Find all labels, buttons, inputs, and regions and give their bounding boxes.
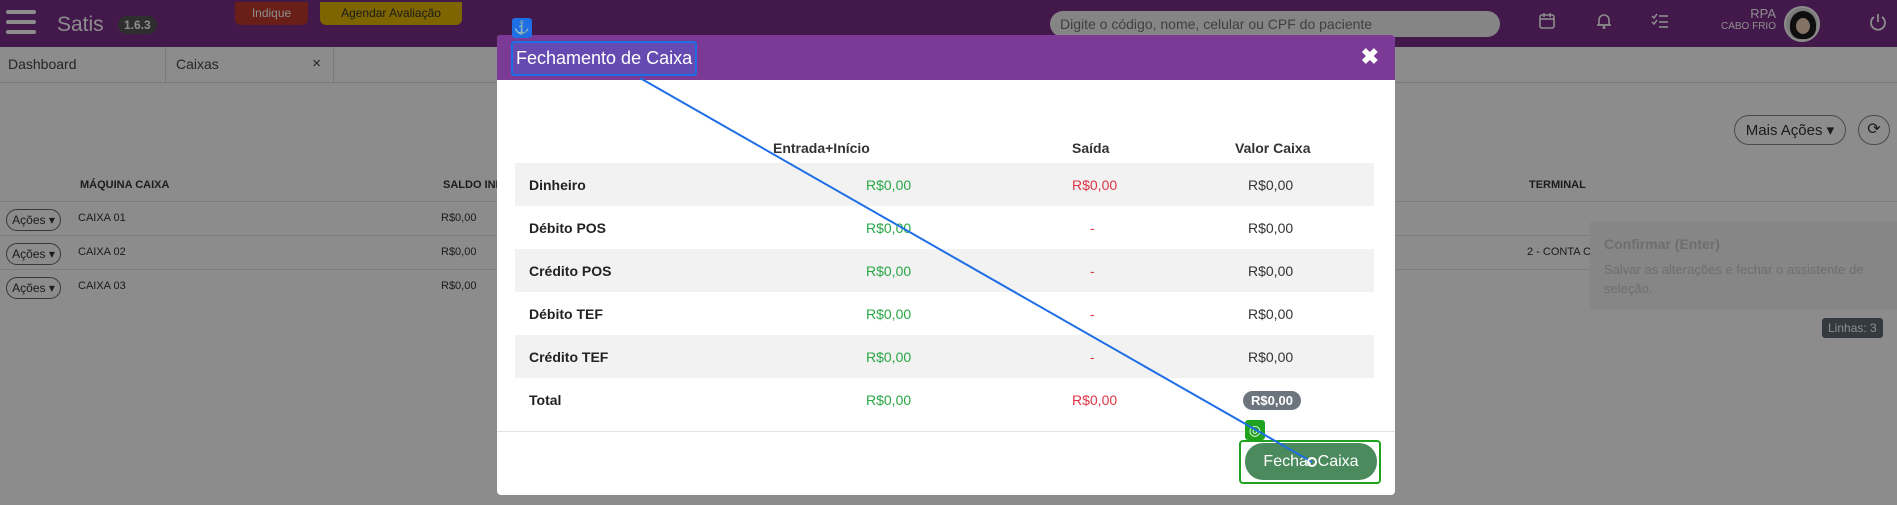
close-icon[interactable]: ✖ (1361, 44, 1379, 70)
table-row: Débito TEF R$0,00 - R$0,00 (515, 292, 1374, 335)
modal-title: Fechamento de Caixa (511, 41, 698, 76)
valor-caixa-value: R$0,00 (1248, 177, 1294, 193)
entrada-value: R$0,00 (866, 177, 912, 193)
row-label: Crédito TEF (529, 349, 609, 365)
header-saida: Saída (1072, 140, 1110, 156)
valor-caixa-value: R$0,00 (1248, 220, 1294, 236)
saida-value: - (1090, 306, 1095, 322)
table-row-total: Total R$0,00 R$0,00 R$0,00 (515, 378, 1374, 421)
valor-caixa-value: R$0,00 (1248, 263, 1294, 279)
saida-value: - (1090, 263, 1095, 279)
fechar-caixa-button[interactable]: Fechar Caixa (1245, 443, 1377, 480)
header-valor-caixa: Valor Caixa (1235, 140, 1311, 156)
valor-caixa-value: R$0,00 (1248, 349, 1294, 365)
saida-value: - (1090, 349, 1095, 365)
target-marker-icon: ◎ (1245, 420, 1265, 440)
entrada-value: R$0,00 (866, 306, 912, 322)
row-label: Total (529, 392, 562, 408)
row-label: Débito POS (529, 220, 607, 236)
fechamento-caixa-modal: Fechamento de Caixa ✖ Entrada+Início Saí… (497, 35, 1395, 495)
entrada-value: R$0,00 (866, 263, 912, 279)
row-label: Débito TEF (529, 306, 603, 322)
header-entrada: Entrada+Início (773, 140, 870, 156)
valor-caixa-total: R$0,00 (1243, 391, 1301, 410)
table-row: Débito POS R$0,00 - R$0,00 (515, 206, 1374, 249)
row-label: Dinheiro (529, 177, 586, 193)
row-label: Crédito POS (529, 263, 612, 279)
entrada-value: R$0,00 (866, 349, 912, 365)
table-row: Crédito TEF R$0,00 - R$0,00 (515, 335, 1374, 378)
modal-header: Fechamento de Caixa ✖ (497, 35, 1395, 80)
valor-caixa-value: R$0,00 (1248, 306, 1294, 322)
anchor-icon: ⚓ (512, 18, 532, 38)
entrada-value: R$0,00 (866, 220, 912, 236)
saida-value: R$0,00 (1072, 177, 1118, 193)
table-row: Crédito POS R$0,00 - R$0,00 (515, 249, 1374, 292)
saida-value: - (1090, 220, 1095, 236)
total-badge: R$0,00 (1243, 391, 1301, 410)
table-row: Dinheiro R$0,00 R$0,00 R$0,00 (515, 163, 1374, 206)
entrada-total: R$0,00 (866, 392, 912, 408)
saida-total: R$0,00 (1072, 392, 1118, 408)
